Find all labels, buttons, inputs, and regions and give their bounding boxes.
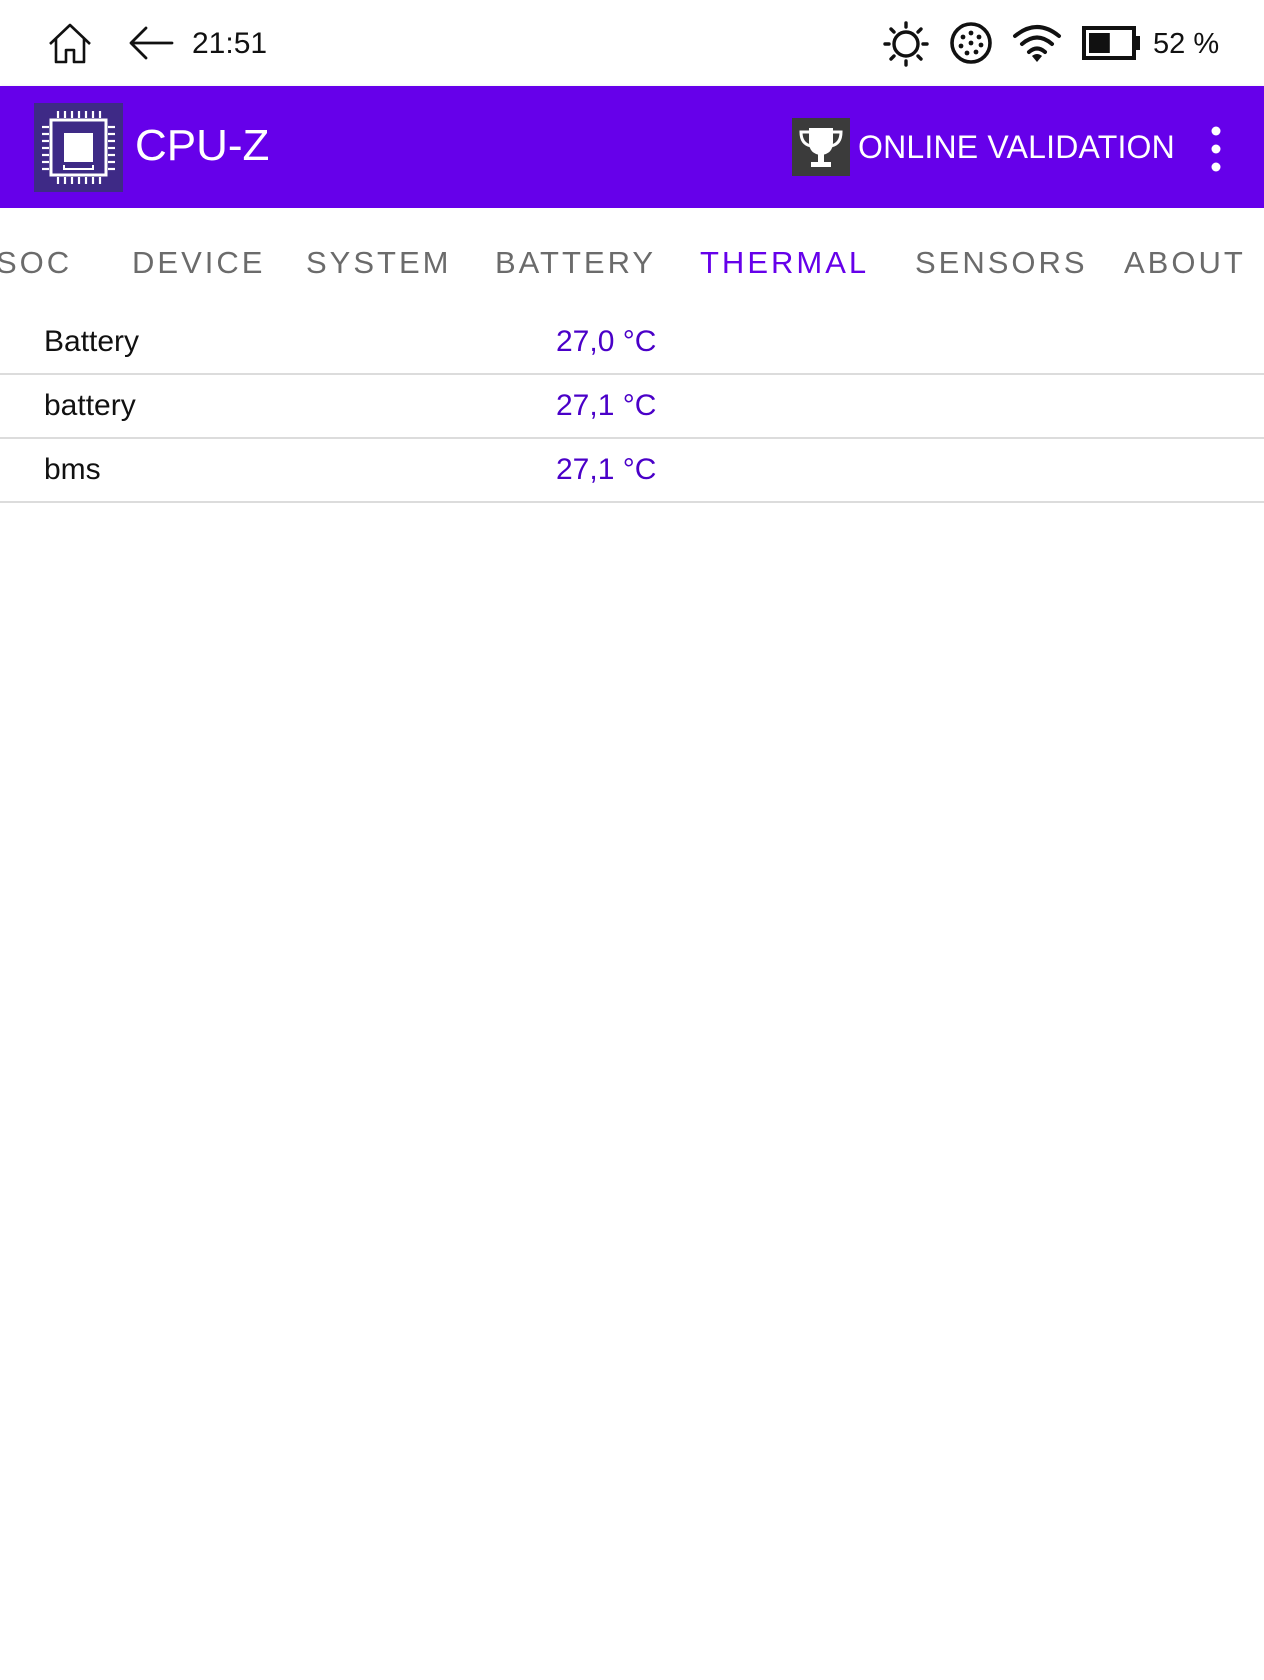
- thermal-zone-name: Battery: [44, 325, 140, 358]
- home-icon[interactable]: [46, 20, 94, 68]
- more-vert-icon[interactable]: [1196, 124, 1236, 174]
- tab-soc[interactable]: SOC: [0, 208, 72, 304]
- sync-dots-icon: [950, 22, 992, 64]
- thermal-zone-temperature: 27,1 °C: [556, 389, 657, 422]
- list-item: bms 27,1 °C: [0, 439, 1264, 503]
- tab-device[interactable]: DEVICE: [132, 208, 265, 304]
- list-item: battery 27,1 °C: [0, 375, 1264, 439]
- tab-system[interactable]: SYSTEM: [306, 208, 451, 304]
- screen: 21:51 52 % CPU-Z ONLINE VALIDATION SOC D…: [0, 0, 1264, 1680]
- tab-thermal[interactable]: THERMAL: [700, 208, 869, 304]
- tab-about[interactable]: ABOUT: [1124, 208, 1246, 304]
- battery-percent: 52 %: [1153, 28, 1220, 60]
- tab-sensors[interactable]: SENSORS: [915, 208, 1088, 304]
- thermal-zone-temperature: 27,0 °C: [556, 325, 657, 358]
- thermal-zone-temperature: 27,1 °C: [556, 453, 657, 486]
- list-item: Battery 27,0 °C: [0, 311, 1264, 375]
- thermal-zone-name: bms: [44, 453, 101, 486]
- battery-icon: [1082, 26, 1140, 60]
- app-bar: CPU-Z ONLINE VALIDATION: [0, 86, 1264, 208]
- cpu-z-logo-icon: [34, 103, 123, 192]
- back-arrow-icon[interactable]: [126, 22, 176, 64]
- thermal-list: Battery 27,0 °C battery 27,1 °C bms 27,1…: [0, 311, 1264, 503]
- tab-battery[interactable]: BATTERY: [495, 208, 656, 304]
- online-validation-label: ONLINE VALIDATION: [858, 128, 1175, 165]
- status-bar: 21:51 52 %: [0, 0, 1264, 86]
- app-title: CPU-Z: [135, 121, 270, 170]
- wifi-icon: [1013, 25, 1061, 62]
- trophy-icon: [792, 118, 850, 176]
- status-time: 21:51: [192, 27, 268, 60]
- tab-bar: SOC DEVICE SYSTEM BATTERY THERMAL SENSOR…: [0, 208, 1264, 304]
- brightness-icon: [883, 21, 929, 67]
- thermal-zone-name: battery: [44, 389, 136, 422]
- online-validation-button[interactable]: ONLINE VALIDATION: [792, 102, 1175, 192]
